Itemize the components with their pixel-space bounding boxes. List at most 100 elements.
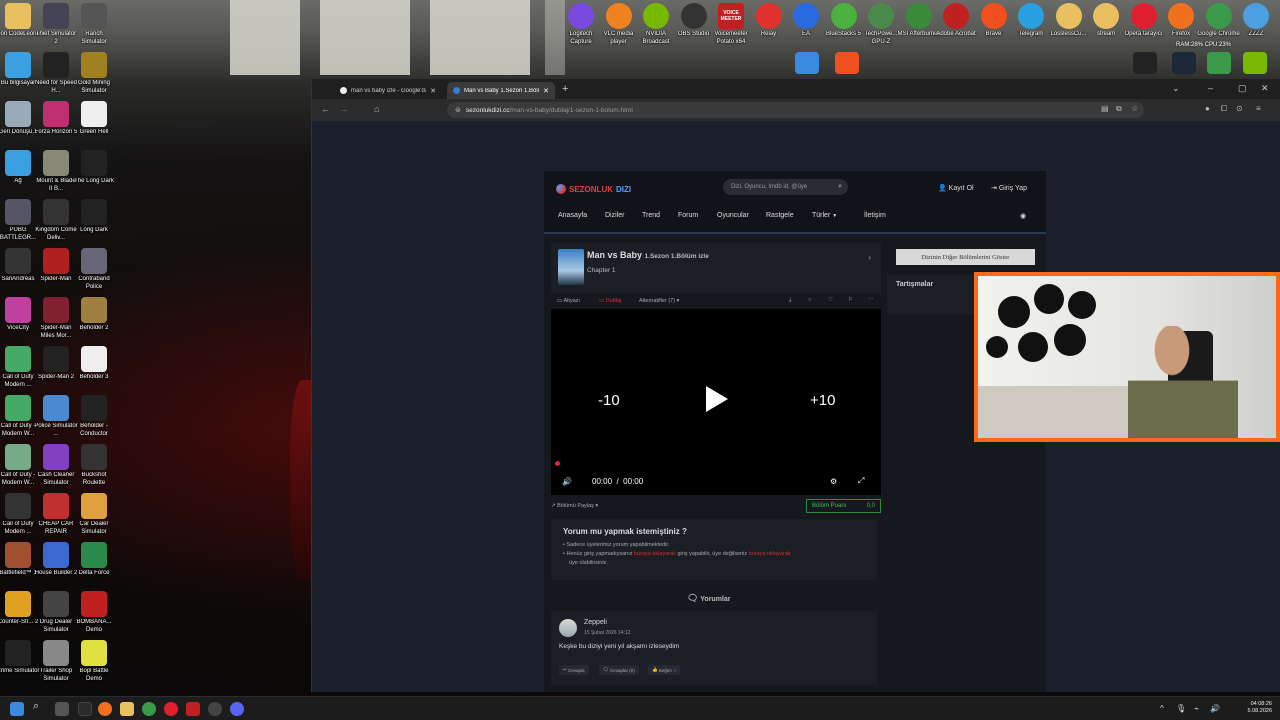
reply-button[interactable]: ↩ Cevapla: [559, 665, 589, 675]
forward-10-button[interactable]: +10: [810, 392, 835, 409]
search-input[interactable]: Dizi, Oyuncu, Imdb id, @üye ⌕: [723, 179, 848, 195]
comment-author[interactable]: Zeppeli: [584, 619, 607, 626]
nav-series[interactable]: Diziler: [605, 212, 624, 219]
menu-icon[interactable]: ≡: [1256, 104, 1261, 113]
chrome-icon[interactable]: [142, 702, 156, 716]
extensions-puzzle-icon[interactable]: ⧠: [1221, 104, 1227, 114]
theme-toggle-icon[interactable]: ◉: [1020, 212, 1026, 220]
show-other-episodes-button[interactable]: Dizinin Diğer Bölümlerini Göster: [896, 249, 1035, 265]
login-here-link[interactable]: buraya tıklayarak: [634, 551, 676, 557]
app-icon[interactable]: [1207, 52, 1231, 74]
desktop-icon[interactable]: Delta Force: [72, 542, 116, 585]
task-view-icon[interactable]: [55, 702, 69, 716]
replies-button[interactable]: 🗨 Cevaplar (0): [599, 665, 639, 675]
home-icon[interactable]: ⌂: [374, 104, 379, 114]
file-explorer-icon[interactable]: [120, 702, 134, 716]
desktop-icon[interactable]: BOMBANA... Demo: [72, 591, 116, 634]
site-info-icon[interactable]: ⊜: [455, 106, 461, 114]
nav-random[interactable]: Rastgele: [766, 212, 794, 219]
nav-forum[interactable]: Forum: [678, 212, 698, 219]
search-icon[interactable]: ⌕: [33, 700, 39, 713]
start-icon[interactable]: [10, 702, 24, 716]
register-link[interactable]: 👤 Kayıt Ol: [938, 184, 974, 192]
minimize-icon[interactable]: –: [1208, 83, 1213, 93]
desktop-icon[interactable]: ZZZZ: [1234, 3, 1278, 46]
rewind-10-button[interactable]: -10: [598, 392, 620, 409]
bookmark-star-icon[interactable]: ☆: [1131, 104, 1138, 113]
desktop-icon[interactable]: The Long Dark: [72, 150, 116, 193]
account-icon[interactable]: ⊙: [1236, 104, 1243, 113]
taskbar-app-icon[interactable]: [78, 702, 92, 716]
close-icon[interactable]: ✕: [543, 87, 549, 95]
volume-icon[interactable]: 🔊: [1210, 704, 1220, 713]
desktop-icon[interactable]: Buckshot Roulette: [72, 444, 116, 487]
share-episode-dropdown[interactable]: ↗ Bölümü Paylaş ▾: [551, 503, 598, 509]
opera-icon[interactable]: [164, 702, 178, 716]
epic-games-icon[interactable]: [1133, 52, 1157, 74]
desktop-icon[interactable]: Ranch Simulator: [72, 3, 116, 46]
volume-icon[interactable]: 🔊: [562, 477, 572, 486]
nav-trend[interactable]: Trend: [642, 212, 660, 219]
more-icon[interactable]: ⋯: [868, 297, 874, 303]
desktop-icon[interactable]: Beholder - Conductor: [72, 395, 116, 438]
discord-icon[interactable]: [230, 702, 244, 716]
desktop-icon[interactable]: Long Dark: [72, 199, 116, 242]
search-icon[interactable]: ⌕: [838, 183, 842, 191]
register-here-link[interactable]: buraya tıklayarak: [749, 551, 791, 557]
next-episode-icon[interactable]: ›: [868, 253, 871, 262]
desktop-icon[interactable]: Contraband Police: [72, 248, 116, 291]
address-bar[interactable]: ⊜ sezonlukdizi.cc/man-vs-baby/dublaj/1-s…: [447, 102, 1144, 118]
nvidia-icon[interactable]: [1243, 52, 1267, 74]
tab-man-vs-baby[interactable]: Man vs Baby 1.Sezon 1.Bölüm ✕: [447, 82, 555, 99]
nav-genres[interactable]: Türler ▼: [812, 212, 837, 219]
desktop-icon[interactable]: Green Hell: [72, 101, 116, 144]
microphone-icon[interactable]: 🎙: [1176, 704, 1186, 713]
extension-icon[interactable]: ●: [1205, 104, 1210, 113]
play-icon[interactable]: [706, 386, 728, 412]
brave-icon[interactable]: [835, 52, 859, 74]
video-player[interactable]: -10 +10 🔊 00:00 / 00:00 ⚙ ⤢: [551, 309, 881, 495]
fullscreen-icon[interactable]: ⤢: [858, 476, 864, 486]
edge-icon[interactable]: [795, 52, 819, 74]
series-poster[interactable]: [558, 249, 584, 285]
heart-icon[interactable]: ♡: [828, 297, 833, 303]
maximize-icon[interactable]: ▢: [1238, 83, 1247, 94]
close-window-icon[interactable]: ✕: [1261, 83, 1269, 94]
watched-icon[interactable]: ○: [808, 297, 811, 303]
desktop-icon[interactable]: Beholder 2: [72, 297, 116, 340]
forward-icon[interactable]: →: [339, 104, 348, 114]
desktop-icon[interactable]: Beholder 3: [72, 346, 116, 389]
tab-dub[interactable]: ▭ Dublaj: [599, 298, 621, 304]
tab-subtitle[interactable]: ▭ Altyazı: [557, 298, 580, 304]
reader-view-icon[interactable]: ▤: [1101, 104, 1109, 113]
login-link[interactable]: ⇥ Giriş Yap: [991, 184, 1027, 192]
download-icon[interactable]: ⤓: [789, 297, 791, 304]
report-icon[interactable]: ⚐: [848, 297, 853, 303]
obs-icon[interactable]: [208, 702, 222, 716]
tab-google-search[interactable]: man vs baby izle - Google'da Ar... ✕: [334, 82, 442, 99]
system-clock[interactable]: 04:08:26 5.08.2026: [1248, 701, 1272, 715]
alternatives-dropdown[interactable]: Alternatifler (7) ▾: [639, 298, 679, 304]
avatar[interactable]: [559, 619, 577, 637]
firefox-icon[interactable]: [98, 702, 112, 716]
desktop-icon[interactable]: Car Dealer Simulator: [72, 493, 116, 536]
site-logo[interactable]: SEZONLUK DIZI: [556, 184, 631, 194]
settings-gear-icon[interactable]: ⚙: [830, 477, 837, 486]
tray-overflow-icon[interactable]: ^: [1160, 704, 1164, 713]
nav-actors[interactable]: Oyuncular: [717, 212, 749, 219]
taskbar-app-icon[interactable]: [186, 702, 200, 716]
dislike-icon[interactable]: !: [674, 668, 675, 673]
tab-list-icon[interactable]: ⌄: [1172, 83, 1180, 94]
nav-contact[interactable]: İletişim: [864, 212, 886, 219]
like-button[interactable]: 👍 Beğen !: [648, 665, 680, 675]
steam-icon[interactable]: [1172, 52, 1196, 74]
nav-home[interactable]: Anasayfa: [558, 212, 587, 219]
new-tab-button[interactable]: +: [562, 83, 568, 95]
episode-rating[interactable]: Bölüm Puanı 0,0: [806, 499, 881, 513]
back-icon[interactable]: ←: [321, 104, 330, 114]
network-icon[interactable]: ⌁: [1194, 704, 1199, 713]
close-icon[interactable]: ✕: [430, 87, 436, 95]
desktop-icon[interactable]: Bopl Battle Demo: [72, 640, 116, 683]
desktop-icon[interactable]: Gold Mining Simulator: [72, 52, 116, 95]
screenshot-icon[interactable]: ⧉: [1116, 104, 1122, 114]
